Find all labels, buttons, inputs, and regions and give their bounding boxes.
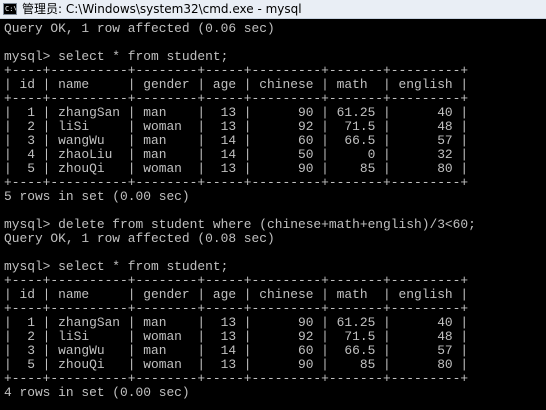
console-line: | 5 | zhouQi | woman | 13 | 90 | 85 | 80… (4, 161, 469, 176)
console-line: +----+----------+--------+-----+--------… (4, 273, 469, 288)
console-line: | 2 | liSi | woman | 13 | 92 | 71.5 | 48… (4, 119, 469, 134)
cmd-app-icon: C:\ (3, 3, 17, 15)
console-line: | 3 | wangWu | man | 14 | 60 | 66.5 | 57… (4, 343, 469, 358)
console-line: | 1 | zhangSan | man | 13 | 90 | 61.25 |… (4, 105, 469, 120)
window-titlebar[interactable]: C:\ 管理员: C:\Windows\system32\cmd.exe - m… (0, 0, 546, 19)
console-line: | 5 | zhouQi | woman | 13 | 90 | 85 | 80… (4, 357, 469, 372)
window-title: 管理员: C:\Windows\system32\cmd.exe - mysql (22, 2, 302, 16)
console-line: | 1 | zhangSan | man | 13 | 90 | 61.25 |… (4, 315, 469, 330)
cmd-window: C:\ 管理员: C:\Windows\system32\cmd.exe - m… (0, 0, 546, 410)
console-line: | id | name | gender | age | chinese | m… (4, 77, 469, 92)
console-line: mysql> delete from student where (chines… (4, 217, 476, 232)
console-line: | id | name | gender | age | chinese | m… (4, 287, 469, 302)
console-line: +----+----------+--------+-----+--------… (4, 175, 469, 190)
console-line: +----+----------+--------+-----+--------… (4, 371, 469, 386)
console-line: | 2 | liSi | woman | 13 | 92 | 71.5 | 48… (4, 329, 469, 344)
console-line: Query OK, 1 row affected (0.08 sec) (4, 231, 275, 246)
console-text: Query OK, 1 row affected (0.06 sec) mysq… (0, 19, 546, 400)
console-line: +----+----------+--------+-----+--------… (4, 63, 469, 78)
console-line: +----+----------+--------+-----+--------… (4, 301, 469, 316)
console-line: | 3 | wangWu | man | 14 | 60 | 66.5 | 57… (4, 133, 469, 148)
console-line: 4 rows in set (0.00 sec) (4, 385, 190, 400)
console-line: | 4 | zhaoLiu | man | 14 | 50 | 0 | 32 | (4, 147, 469, 162)
console-line: mysql> select * from student; (4, 259, 229, 274)
console-line: Query OK, 1 row affected (0.06 sec) (4, 21, 275, 36)
console-line: 5 rows in set (0.00 sec) (4, 189, 190, 204)
console-line: +----+----------+--------+-----+--------… (4, 91, 469, 106)
console-output-area[interactable]: Query OK, 1 row affected (0.06 sec) mysq… (0, 19, 546, 410)
console-line: mysql> select * from student; (4, 49, 229, 64)
